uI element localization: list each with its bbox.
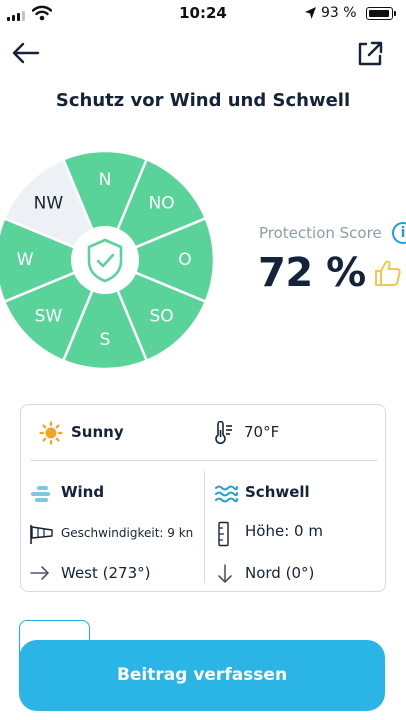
swell-height: Höhe: 0 m xyxy=(245,522,323,540)
back-button[interactable] xyxy=(8,38,44,68)
wind-sector-label-sw: SW xyxy=(35,307,63,327)
page-title: Schutz vor Wind und Schwell xyxy=(55,90,351,111)
card-divider-vertical xyxy=(204,471,205,583)
status-bar: 10:24 93 % xyxy=(0,0,406,28)
wind-direction: West (273°) xyxy=(61,564,151,582)
wind-sector-label-no: NO xyxy=(149,193,175,213)
arrow-down-icon xyxy=(218,564,232,583)
thumbs-up-icon xyxy=(375,260,401,286)
sun-icon xyxy=(39,421,63,445)
wind-rose-center xyxy=(71,226,139,294)
wind-sector-label-o: O xyxy=(178,250,191,270)
temperature-value: 70°F xyxy=(244,423,280,441)
wind-sector-label-nw: NW xyxy=(34,193,64,213)
waves-icon xyxy=(215,485,238,503)
write-post-button[interactable]: Beitrag verfassen xyxy=(19,640,385,711)
wind-icon xyxy=(31,486,50,502)
windsock-icon xyxy=(30,525,53,544)
ruler-icon xyxy=(218,521,229,547)
thermometer-icon xyxy=(215,421,232,444)
battery-icon xyxy=(366,7,396,20)
wind-sector-label-n: N xyxy=(99,170,112,190)
wind-speed: Geschwindigkeit: 9 kn xyxy=(61,526,194,540)
location-arrow-icon xyxy=(305,7,316,19)
info-icon[interactable]: i xyxy=(392,222,406,244)
wind-sector-label-w: W xyxy=(17,250,34,270)
weather-condition: Sunny xyxy=(71,423,124,441)
wind-title: Wind xyxy=(61,483,105,501)
wind-sector-label-s: S xyxy=(100,330,111,350)
swell-direction: Nord (0°) xyxy=(245,564,315,582)
protection-score-value: 72 % xyxy=(258,250,366,296)
weather-card: Sunny 70°F Wind Geschwindigkeit: 9 kn We… xyxy=(20,404,386,592)
back-arrow-icon xyxy=(12,42,40,64)
battery-percent: 93 % xyxy=(321,5,357,21)
card-divider-horizontal xyxy=(31,460,377,461)
share-button[interactable] xyxy=(352,36,386,70)
wind-sector-label-so: SO xyxy=(149,307,173,327)
arrow-right-icon xyxy=(30,566,49,580)
wind-rose: N NO O SO S SW W NW xyxy=(0,152,216,371)
swell-title: Schwell xyxy=(245,483,310,501)
share-icon xyxy=(358,41,383,66)
protection-score-label: Protection Score xyxy=(259,224,382,242)
